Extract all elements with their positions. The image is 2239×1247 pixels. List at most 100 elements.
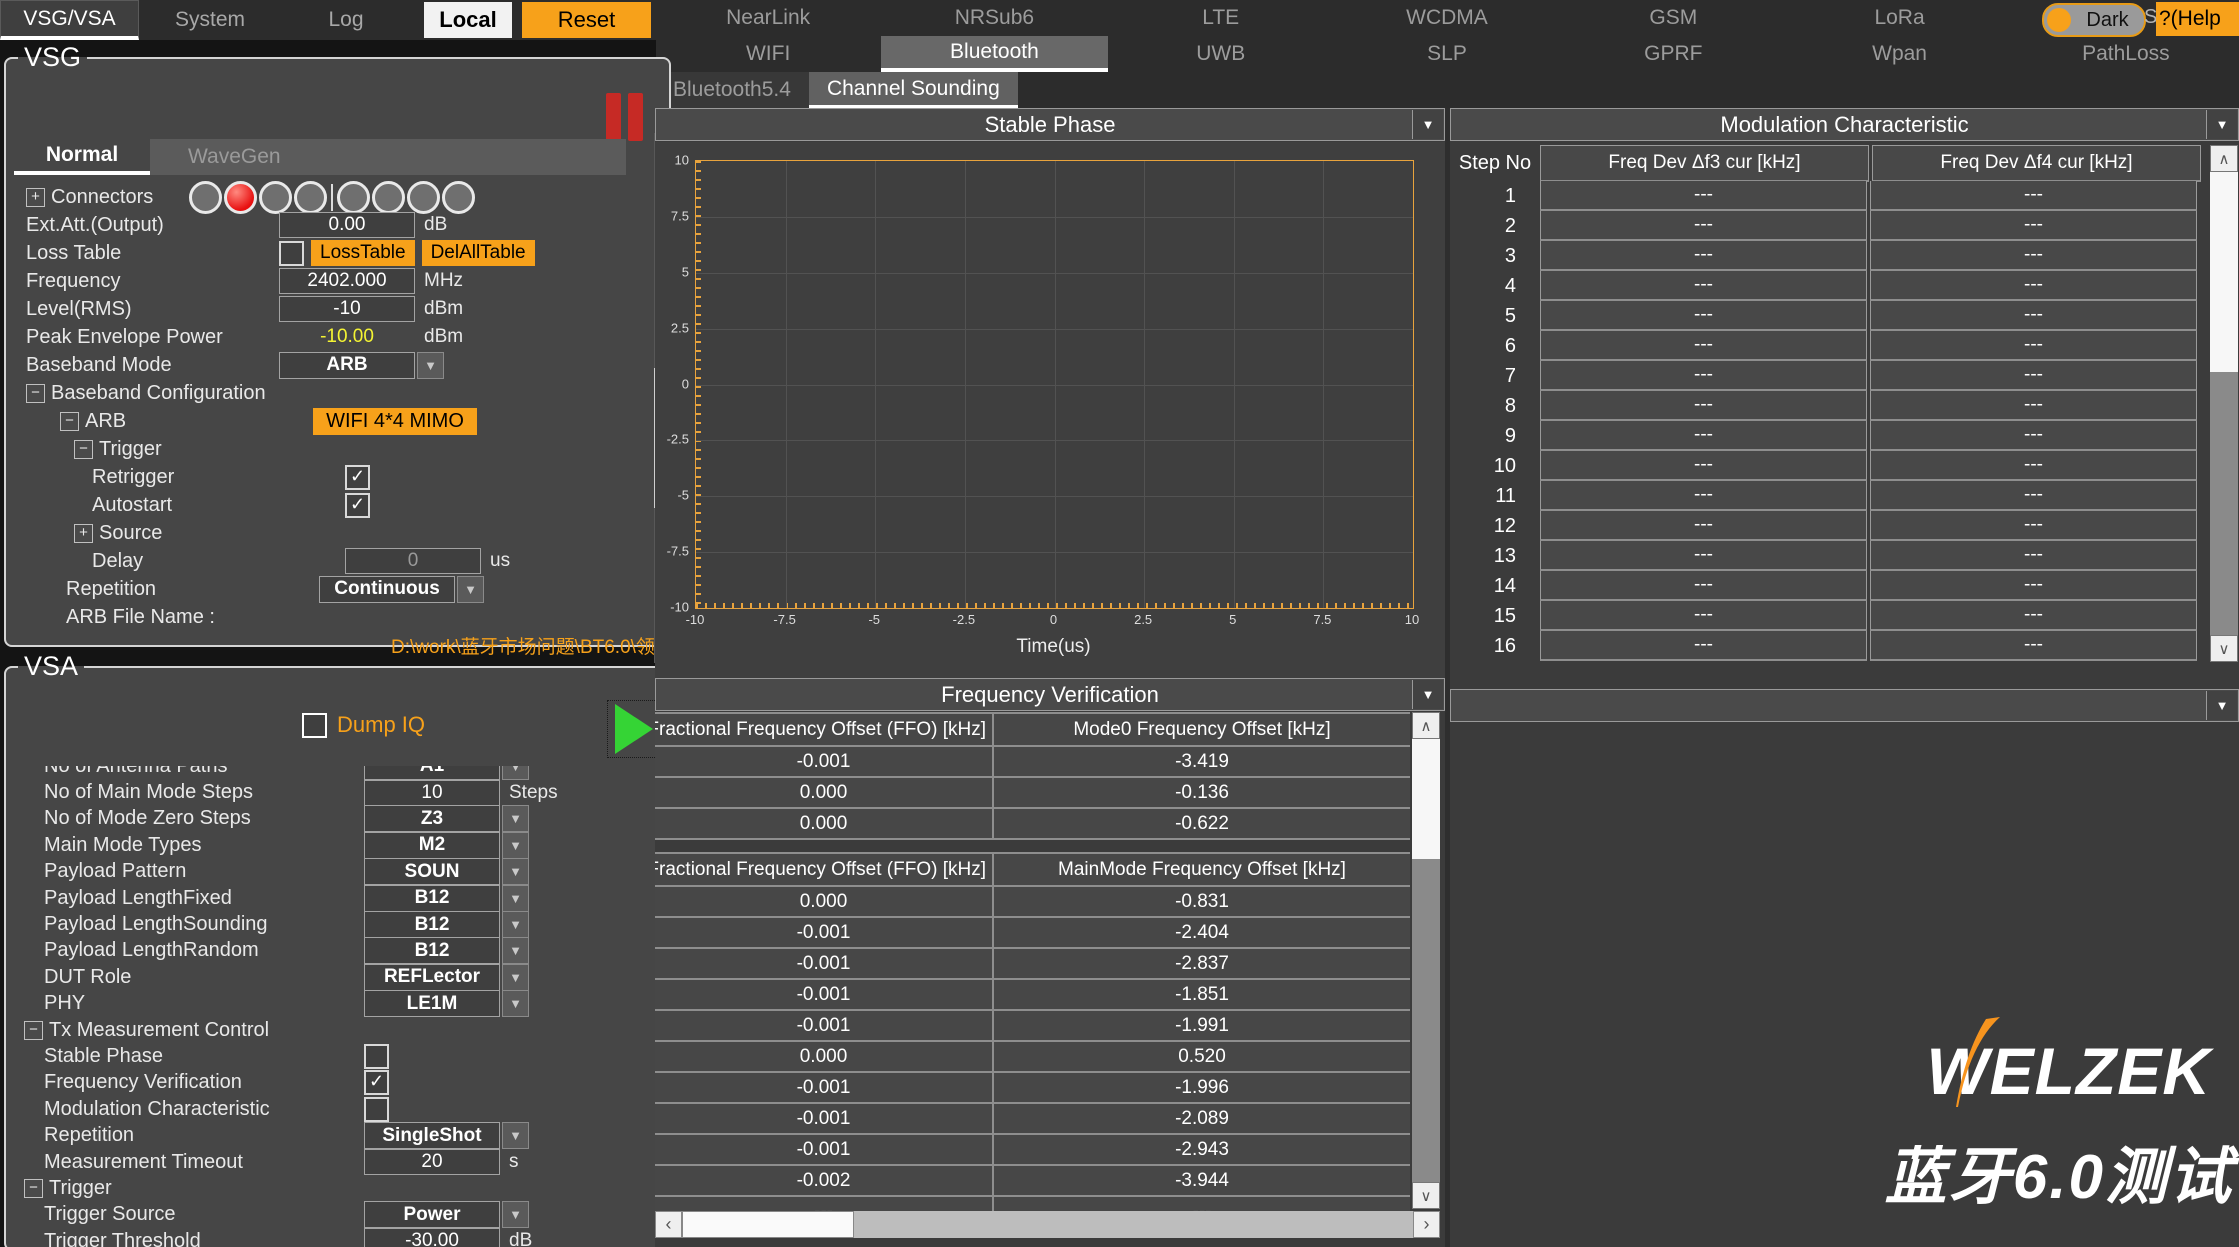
dropdown[interactable]: B12▼ — [364, 937, 529, 964]
freq-dev-f3-cell: --- — [1540, 391, 1867, 421]
dropdown[interactable]: SOUN▼ — [364, 858, 529, 885]
value-field[interactable]: 20 — [364, 1149, 500, 1175]
nav-tab-gsm[interactable]: GSM — [1560, 0, 1786, 36]
fv-cell: -2.943 — [994, 1135, 1410, 1164]
value-field[interactable]: -30.00 — [364, 1228, 500, 1247]
dropdown[interactable]: SingleShot▼ — [364, 1122, 529, 1149]
checkbox[interactable] — [364, 1097, 389, 1122]
nav-tab-pathloss[interactable]: PathLoss — [2013, 36, 2239, 72]
h-scrollbar-thumb[interactable] — [682, 1211, 854, 1238]
row-label-text: Frequency Verification — [44, 1071, 242, 1094]
modulation-scrollbar-thumb[interactable] — [2210, 172, 2238, 372]
checkbox[interactable] — [279, 241, 304, 266]
connector-led-7[interactable] — [407, 181, 440, 214]
nav-tab-nearlink[interactable]: NearLink — [655, 0, 881, 36]
scroll-down-icon[interactable]: ∨ — [2210, 635, 2238, 662]
nav-tab-gprf[interactable]: GPRF — [1560, 36, 1786, 72]
dropdown[interactable]: REFLector▼ — [364, 964, 529, 991]
dump-iq-checkbox[interactable] — [302, 713, 327, 738]
stable-phase-dropdown-icon[interactable]: ▼ — [1412, 110, 1443, 139]
collapse-icon[interactable]: − — [60, 412, 79, 431]
nav-tab-channel-sounding[interactable]: Channel Sounding — [809, 72, 1018, 108]
connector-led-4[interactable] — [294, 181, 327, 214]
scroll-up-icon[interactable]: ∧ — [1412, 712, 1440, 739]
checkbox[interactable] — [364, 1044, 389, 1069]
nav-tab-slp[interactable]: SLP — [1334, 36, 1560, 72]
freq-dev-f3-cell: --- — [1540, 211, 1867, 241]
main-tab-log[interactable]: Log — [281, 0, 411, 40]
dark-mode-toggle[interactable]: Dark — [2042, 3, 2146, 37]
value-field[interactable]: 0.00 — [279, 212, 415, 238]
scroll-left-icon[interactable]: ‹ — [655, 1211, 682, 1238]
reset-button[interactable]: Reset — [522, 2, 651, 38]
nav-tab-bluetooth5-4[interactable]: Bluetooth5.4 — [655, 72, 809, 108]
fv-col1-header: Fractional Frequency Offset (FFO) [kHz] — [655, 714, 994, 745]
vsg-tab-wavegen[interactable]: WaveGen — [150, 139, 281, 175]
row-label: Delay — [12, 550, 345, 573]
dropdown[interactable]: B12▼ — [364, 911, 529, 938]
checkbox[interactable]: ✓ — [345, 493, 370, 518]
vsg-tab-normal[interactable]: Normal — [14, 139, 150, 175]
connector-led-2[interactable] — [224, 181, 257, 214]
modulation-scrollbar[interactable]: ∧ ∨ — [2210, 145, 2238, 662]
modulation-dropdown-icon[interactable]: ▼ — [2206, 110, 2237, 139]
expand-icon[interactable]: + — [74, 524, 93, 543]
vsg-row-peak-envelope-power: Peak Envelope Power-10.00dBm — [12, 323, 647, 351]
fv-cell: -0.002 — [655, 1166, 994, 1195]
row-label: No of Antenna Paths — [12, 766, 364, 778]
dropdown[interactable]: ARB▼ — [279, 352, 444, 379]
fv-scrollbar-thumb[interactable] — [1412, 739, 1440, 859]
scroll-up-icon[interactable]: ∧ — [2210, 145, 2238, 172]
dropdown[interactable]: A1▼ — [364, 766, 529, 780]
nav-tab-wcdma[interactable]: WCDMA — [1334, 0, 1560, 36]
nav-tab-lte[interactable]: LTE — [1108, 0, 1334, 36]
help-button[interactable]: ?(Help — [2156, 2, 2239, 36]
checkbox[interactable]: ✓ — [364, 1070, 389, 1095]
collapse-icon[interactable]: − — [24, 1021, 43, 1040]
delalltable-button[interactable]: DelAllTable — [422, 240, 535, 266]
fv-col1-header: Fractional Frequency Offset (FFO) [kHz] — [655, 854, 994, 885]
nav-tab-lora[interactable]: LoRa — [1786, 0, 2012, 36]
collapse-icon[interactable]: − — [24, 1179, 43, 1198]
checkbox[interactable]: ✓ — [345, 465, 370, 490]
nav-tab-bluetooth[interactable]: Bluetooth — [881, 36, 1107, 72]
scroll-right-icon[interactable]: › — [1413, 1211, 1440, 1238]
connector-led-8[interactable] — [442, 181, 475, 214]
dropdown[interactable]: Power▼ — [364, 1201, 529, 1228]
dropdown[interactable]: M2▼ — [364, 832, 529, 859]
losstable-button[interactable]: LossTable — [311, 240, 415, 266]
connector-led-3[interactable] — [259, 181, 292, 214]
collapse-icon[interactable]: − — [74, 440, 93, 459]
value-field[interactable]: 0 — [345, 548, 481, 574]
fv-table-scrollbar[interactable]: ∧ ∨ — [1412, 712, 1440, 1209]
unit-label: dBm — [424, 326, 463, 348]
value-field[interactable]: 10 — [364, 780, 500, 806]
value-field[interactable]: -10.00 — [279, 324, 415, 350]
main-tab-system[interactable]: System — [139, 0, 281, 40]
dropdown[interactable]: Continuous▼ — [319, 576, 484, 603]
connector-led-6[interactable] — [372, 181, 405, 214]
nav-tab-nrsub6[interactable]: NRSub6 — [881, 0, 1107, 36]
local-button[interactable]: Local — [424, 2, 512, 38]
row-label-text: Payload Pattern — [44, 860, 186, 883]
expand-icon[interactable]: + — [26, 188, 45, 207]
connector-led-5[interactable] — [337, 181, 370, 214]
frequency-verification-dropdown-icon[interactable]: ▼ — [1412, 680, 1443, 709]
value-field[interactable]: 2402.000 — [279, 268, 415, 294]
nav-tab-uwb[interactable]: UWB — [1108, 36, 1334, 72]
arb-waveform-button[interactable]: WIFI 4*4 MIMO — [313, 408, 477, 435]
collapsed-panel-dropdown-icon[interactable]: ▼ — [2206, 691, 2237, 720]
fv-horizontal-scrollbar[interactable]: ‹ › — [655, 1211, 1440, 1238]
dropdown[interactable]: Z3▼ — [364, 805, 529, 832]
collapse-icon[interactable]: − — [26, 384, 45, 403]
value-field[interactable]: -10 — [279, 296, 415, 322]
main-tab-vsg-vsa[interactable]: VSG/VSA — [0, 0, 139, 40]
nav-tab-wifi[interactable]: WIFI — [655, 36, 881, 72]
modulation-data-row: 16------ — [1450, 631, 2205, 661]
dropdown[interactable]: B12▼ — [364, 885, 529, 912]
scroll-down-icon[interactable]: ∨ — [1412, 1182, 1440, 1209]
connector-led-1[interactable] — [189, 181, 222, 214]
dropdown[interactable]: LE1M▼ — [364, 990, 529, 1017]
nav-tab-wpan[interactable]: Wpan — [1786, 36, 2012, 72]
run-measurement-button[interactable] — [607, 700, 661, 758]
